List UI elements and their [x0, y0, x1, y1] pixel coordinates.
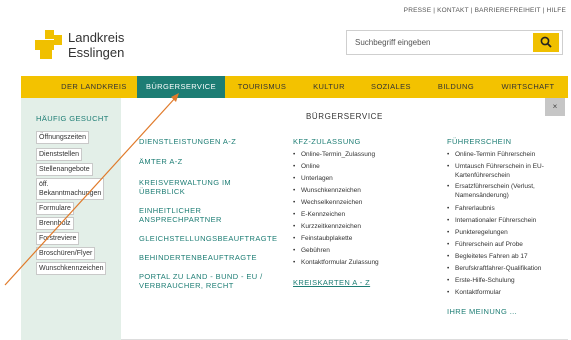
link-line: PORTAL ZU LAND - BUND - EU /	[139, 272, 263, 281]
sidebar-tag-wunschkennzeichen[interactable]: Wunschkennzeichen	[36, 262, 107, 275]
search-input[interactable]	[347, 31, 531, 54]
list-item[interactable]: Unterlagen	[293, 175, 333, 184]
list-item[interactable]: Kurzzeitkennzeichen	[293, 223, 361, 232]
link-line: KREISVERWALTUNG IM	[139, 178, 232, 187]
utility-separator: |	[542, 7, 545, 14]
list-item[interactable]: Begleitetes Fahren ab 17	[447, 253, 528, 262]
link-line: EINHEITLICHER	[139, 206, 202, 215]
main-nav: DER LANDKREIS BÜRGERSERVICE TOURISMUS KU…	[21, 76, 568, 98]
utility-separator: |	[470, 7, 473, 14]
utility-link-barrierefreiheit[interactable]: BARRIEREFREIHEIT	[475, 7, 541, 14]
frequently-searched-sidebar: HÄUFIG GESUCHT Öffnungszeiten Dienststel…	[21, 98, 121, 340]
nav-item-tourismus[interactable]: TOURISMUS	[227, 76, 297, 98]
sidebar-tag-dienststellen[interactable]: Dienststellen	[36, 148, 83, 161]
nav-item-der-landkreis[interactable]: DER LANDKREIS	[39, 76, 149, 98]
list-item[interactable]: Online-Termin_Zulassung	[293, 151, 375, 160]
list-item[interactable]: Internationaler Führerschein	[447, 217, 536, 226]
logo-mark-icon	[35, 40, 54, 50]
utility-separator: |	[433, 7, 436, 14]
link-behindertenbeauftragte[interactable]: BEHINDERTENBEAUFTRAGTE	[139, 253, 279, 262]
list-item[interactable]: Erste-Hilfe-Schulung	[447, 277, 515, 286]
sidebar-tag-brennholz[interactable]: Brennholz	[36, 217, 74, 230]
link-dienstleistungen-a-z[interactable]: DIENSTLEISTUNGEN A-Z	[139, 137, 279, 146]
utility-link-presse[interactable]: PRESSE	[404, 7, 432, 14]
search-box	[346, 30, 563, 55]
search-icon	[540, 36, 552, 48]
list-item[interactable]: Online	[293, 163, 320, 172]
kfz-zulassung-heading[interactable]: KFZ-ZULASSUNG	[293, 137, 361, 146]
nav-item-bildung[interactable]: BILDUNG	[429, 76, 483, 98]
nav-item-buergerservice[interactable]: BÜRGERSERVICE	[137, 76, 225, 98]
list-item[interactable]: Ersatzführerschein (Verlust, Namensänder…	[447, 183, 535, 200]
utility-link-hilfe[interactable]: HILFE	[547, 7, 566, 14]
link-line: ÜBERBLICK	[139, 187, 186, 196]
list-item-line: Ersatzführerschein (Verlust,	[455, 183, 535, 190]
list-item[interactable]: Online-Termin Führerschein	[447, 151, 535, 160]
close-button[interactable]: ×	[545, 98, 565, 116]
page: PRESSE | KONTAKT | BARRIEREFREIHEIT | HILFE La…	[21, 0, 568, 340]
mega-menu-panel: HÄUFIG GESUCHT Öffnungszeiten Dienststel…	[21, 98, 568, 340]
link-kreiskarten-a-z[interactable]: KREISKARTEN A - Z	[293, 278, 370, 287]
sidebar-tag-stellenangebote[interactable]: Stellenangebote	[36, 163, 93, 176]
sidebar-tag-line: öff.	[39, 181, 49, 188]
utility-nav: PRESSE | KONTAKT | BARRIEREFREIHEIT | HILFE	[404, 7, 566, 14]
sidebar-tag-line: Bekanntmachungen	[39, 190, 102, 197]
sidebar-tag-oeffnungszeiten[interactable]: Öffnungszeiten	[36, 131, 89, 144]
logo-mark-icon	[54, 35, 62, 45]
logo-mark-icon	[40, 50, 52, 59]
list-item[interactable]: Punkteregelungen	[447, 229, 508, 238]
nav-item-soziales[interactable]: SOZIALES	[363, 76, 419, 98]
list-item[interactable]: Umtausch Führerschein in EU- Kartenführe…	[447, 163, 544, 180]
link-aemter-a-z[interactable]: ÄMTER A-Z	[139, 157, 279, 166]
panel-title: BÜRGERSERVICE	[305, 112, 383, 121]
utility-link-kontakt[interactable]: KONTAKT	[437, 7, 469, 14]
sidebar-heading: HÄUFIG GESUCHT	[36, 114, 109, 123]
list-item[interactable]: E-Kennzeichen	[293, 211, 345, 220]
search-button[interactable]	[533, 33, 559, 52]
landkreis-logo[interactable]: Landkreis Esslingen	[35, 30, 155, 62]
list-item[interactable]: Gebühren	[293, 247, 330, 256]
logo-text-line1: Landkreis	[68, 30, 125, 45]
list-item[interactable]: Kontaktformular	[447, 289, 501, 298]
list-item-line: Umtausch Führerschein in EU-	[455, 163, 544, 170]
link-kreisverwaltung[interactable]: KREISVERWALTUNG IM ÜBERBLICK	[139, 178, 279, 196]
sidebar-tag-broschueren[interactable]: Broschüren/Flyer	[36, 247, 96, 260]
list-item[interactable]: Führerschein auf Probe	[447, 241, 523, 250]
logo-text-line2: Esslingen	[68, 45, 125, 60]
link-line: ANSPRECHPARTNER	[139, 215, 222, 224]
link-portal-land-bund-eu[interactable]: PORTAL ZU LAND - BUND - EU / VERBRAUCHER…	[139, 272, 279, 290]
link-ihre-meinung[interactable]: IHRE MEINUNG ...	[447, 307, 517, 316]
list-item[interactable]: Kontaktformular Zulassung	[293, 259, 379, 268]
list-item-line: Kartenführerschein	[455, 171, 510, 179]
fuehrerschein-heading[interactable]: FÜHRERSCHEIN	[447, 137, 511, 146]
sidebar-tag-bekanntmachungen[interactable]: öff. Bekanntmachungen	[36, 178, 105, 200]
sidebar-tag-forstreviere[interactable]: Forstreviere	[36, 232, 80, 245]
list-item[interactable]: Berufskraftfahrer-Qualifikation	[447, 265, 541, 274]
nav-item-wirtschaft[interactable]: WIRTSCHAFT	[495, 76, 561, 98]
sidebar-tag-formulare[interactable]: Formulare	[36, 202, 74, 215]
nav-item-kultur[interactable]: KULTUR	[301, 76, 357, 98]
link-line: VERBRAUCHER, RECHT	[139, 281, 234, 290]
list-item[interactable]: Fahrerlaubnis	[447, 205, 495, 214]
close-icon: ×	[552, 102, 558, 111]
logo-mark-icon	[45, 30, 54, 39]
link-gleichstellungsbeauftragte[interactable]: GLEICHSTELLUNGSBEAUFTRAGTE	[139, 234, 279, 243]
link-einheitlicher-ansprechpartner[interactable]: EINHEITLICHER ANSPRECHPARTNER	[139, 206, 279, 224]
list-item[interactable]: Feinstaubplakette	[293, 235, 352, 244]
list-item[interactable]: Wunschkennzeichen	[293, 187, 361, 196]
list-item[interactable]: Wechselkennzeichen	[293, 199, 362, 208]
list-item-line: Namensänderung)	[455, 191, 509, 199]
